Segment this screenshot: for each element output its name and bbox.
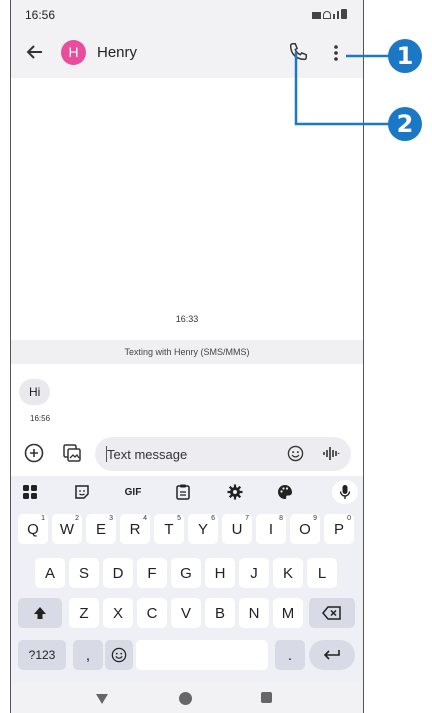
- callout-badge-1: 1: [388, 39, 422, 73]
- callout-badge-2: 2: [388, 107, 422, 141]
- callout-lines: [294, 52, 390, 126]
